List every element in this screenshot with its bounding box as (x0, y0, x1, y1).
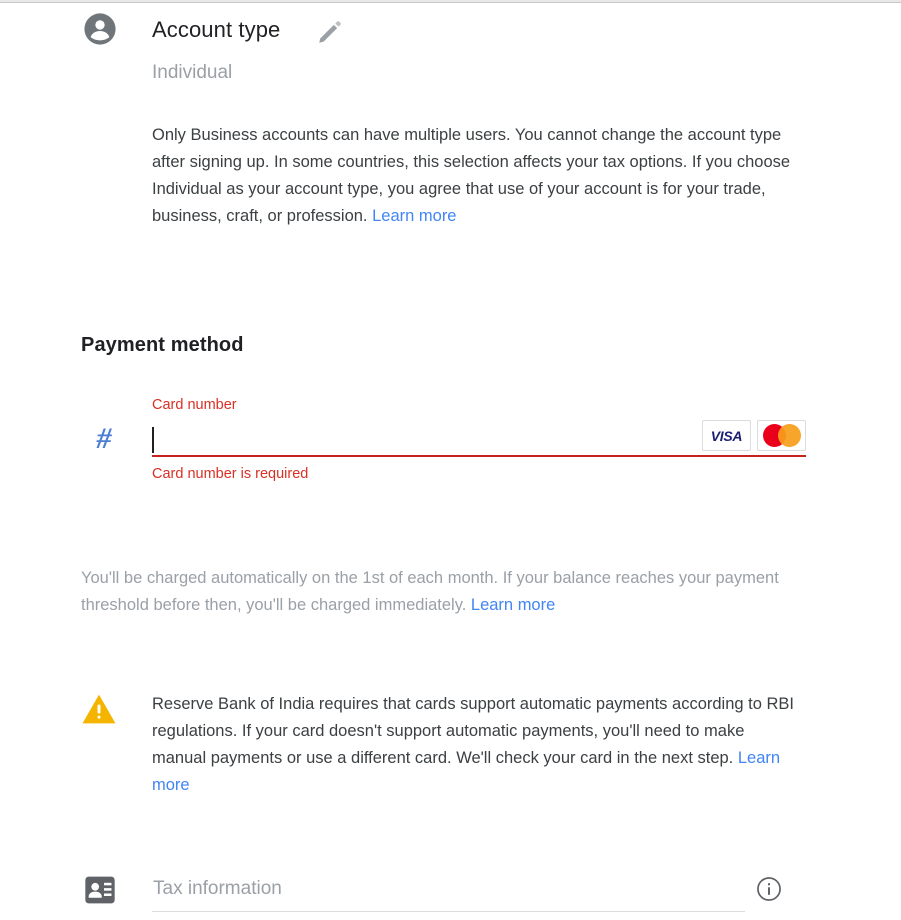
payment-method-heading: Payment method (81, 334, 244, 356)
account-type-title: Account type (152, 17, 281, 42)
card-number-input[interactable] (152, 425, 652, 453)
account-circle-icon (83, 12, 117, 46)
payments-settings-page: Account type Individual Only Business ac… (0, 0, 901, 920)
automatic-charge-note-text: You'll be charged automatically on the 1… (81, 569, 779, 614)
card-number-error-message: Card number is required (152, 466, 309, 482)
tax-information-underline (152, 911, 745, 912)
info-circle-icon[interactable] (756, 876, 782, 902)
account-type-value: Individual (152, 62, 233, 83)
account-type-row: Account type (0, 8, 901, 52)
pencil-edit-icon[interactable] (316, 18, 344, 46)
visa-logo: VISA (702, 420, 751, 451)
charge-note-learn-more-link[interactable]: Learn more (471, 596, 555, 614)
number-hash-icon: # (96, 422, 112, 455)
account-type-description-text: Only Business accounts can have multiple… (152, 126, 791, 225)
rbi-notice-text: Reserve Bank of India requires that card… (152, 691, 802, 799)
card-number-field-group: Card number VISA Card number is required (152, 395, 806, 484)
account-type-description: Only Business accounts can have multiple… (152, 122, 807, 230)
automatic-charge-note: You'll be charged automatically on the 1… (81, 565, 781, 619)
mastercard-logo (757, 420, 806, 451)
account-type-learn-more-link[interactable]: Learn more (372, 207, 456, 225)
visa-logo-text: VISA (710, 427, 743, 444)
warning-triangle-icon (81, 692, 117, 726)
tax-information-label[interactable]: Tax information (153, 876, 282, 902)
top-divider (0, 0, 901, 3)
mastercard-orange-circle (777, 424, 801, 447)
mastercard-circles (762, 424, 801, 447)
rbi-notice-body: Reserve Bank of India requires that card… (152, 695, 794, 767)
contact-card-icon (84, 875, 116, 905)
card-number-label: Card number (152, 397, 237, 413)
card-number-input-container[interactable]: VISA (152, 415, 806, 457)
accepted-card-logos: VISA (702, 420, 806, 451)
